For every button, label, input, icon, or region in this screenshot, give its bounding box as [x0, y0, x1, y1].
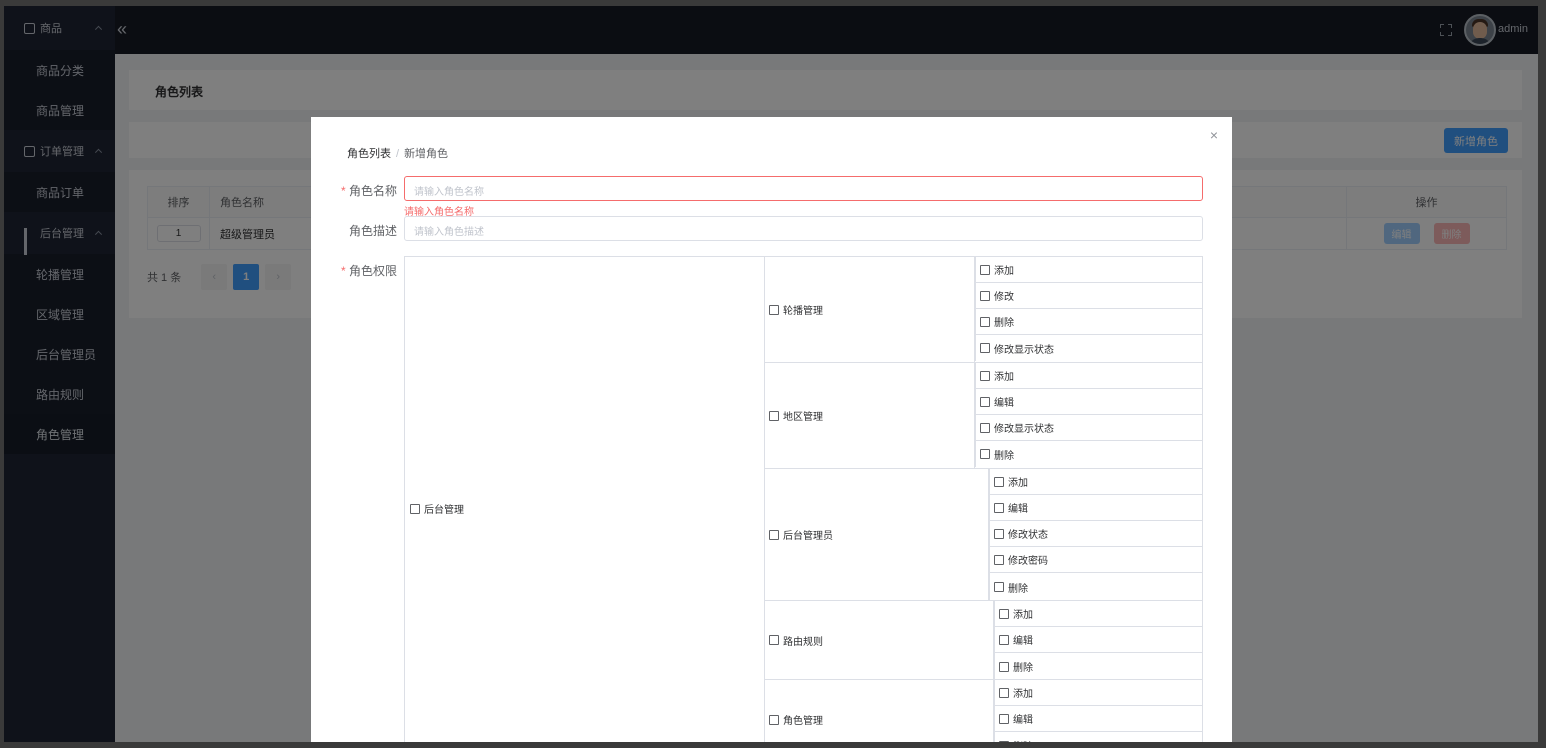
perm-action[interactable]: 编辑	[989, 495, 1202, 521]
perm-action[interactable]: 修改状态	[989, 521, 1202, 547]
perm-root-cell: 后台管理	[405, 257, 765, 742]
checkbox[interactable]	[980, 316, 990, 327]
checkbox[interactable]	[994, 528, 1004, 539]
perm-module-region: 地区管理 添加 编辑 修改显示状态 删除	[765, 363, 1202, 469]
perm-action[interactable]: 修改显示状态	[975, 335, 1202, 361]
checkbox[interactable]	[994, 502, 1004, 513]
perm-root[interactable]: 后台管理	[410, 501, 464, 516]
perm-action[interactable]: 修改密码	[989, 547, 1202, 573]
checkbox[interactable]	[410, 504, 420, 514]
checkbox[interactable]	[980, 264, 990, 275]
checkbox[interactable]	[769, 529, 779, 540]
checkbox[interactable]	[999, 661, 1009, 672]
perm-action[interactable]: 添加	[994, 601, 1202, 627]
breadcrumb-current: 新增角色	[404, 148, 449, 160]
checkbox[interactable]	[980, 290, 990, 301]
perm-module-carousel: 轮播管理 添加 修改 删除 修改显示状态	[765, 257, 1202, 363]
checkbox[interactable]	[980, 396, 990, 407]
perm-module-route: 路由规则 添加 编辑 删除	[765, 601, 1202, 680]
checkbox[interactable]	[980, 449, 990, 459]
breadcrumb: 角色列表 / 新增角色	[347, 148, 449, 160]
close-icon[interactable]: ×	[1210, 127, 1218, 143]
perm-action[interactable]: 修改显示状态	[975, 415, 1202, 441]
perm-module-admin-user: 后台管理员 添加 编辑 修改状态 修改密码 删除	[765, 469, 1202, 601]
perm-action[interactable]: 删除	[975, 441, 1202, 467]
perm-action[interactable]: 编辑	[994, 706, 1202, 732]
permission-tree: 后台管理 轮播管理 添加 修改 删除 修改显示状态 地区管理 添加 编辑 修改显…	[404, 256, 1203, 742]
checkbox[interactable]	[999, 740, 1009, 742]
perm-action[interactable]: 编辑	[994, 627, 1202, 653]
perm-module-role: 角色管理 添加 编辑 删除	[765, 680, 1202, 742]
role-desc-label: 角色描述	[348, 224, 397, 238]
checkbox[interactable]	[994, 554, 1004, 565]
checkbox[interactable]	[999, 713, 1009, 724]
checkbox[interactable]	[999, 687, 1009, 698]
perm-action[interactable]: 编辑	[975, 389, 1202, 415]
role-perm-label: 角色权限	[337, 262, 397, 279]
perm-action[interactable]: 删除	[994, 653, 1202, 680]
role-name-label: 角色名称	[337, 182, 397, 199]
role-name-input[interactable]: 请输入角色名称	[404, 176, 1203, 201]
add-role-dialog: × 角色列表/新增角色 角色名称 请输入角色名称 请输入角色名称 角色描述 请输…	[311, 117, 1232, 742]
checkbox[interactable]	[994, 476, 1004, 487]
checkbox[interactable]	[980, 370, 990, 381]
app-frame: 商品 商品分类 商品管理 订单管理 商品订单 后台管理 轮播管理 区域管理 后台…	[4, 6, 1538, 742]
checkbox[interactable]	[769, 410, 779, 421]
perm-action[interactable]: 添加	[975, 257, 1202, 283]
checkbox[interactable]	[769, 714, 779, 725]
perm-action[interactable]: 添加	[994, 680, 1202, 706]
breadcrumb-parent[interactable]: 角色列表	[347, 148, 391, 160]
perm-action[interactable]: 删除	[975, 309, 1202, 335]
checkbox[interactable]	[769, 304, 779, 315]
checkbox[interactable]	[999, 634, 1009, 645]
perm-action[interactable]: 添加	[975, 363, 1202, 389]
perm-action[interactable]: 删除	[994, 732, 1202, 742]
role-desc-input[interactable]: 请输入角色描述	[404, 216, 1203, 241]
checkbox[interactable]	[769, 635, 779, 645]
checkbox[interactable]	[980, 422, 990, 433]
checkbox[interactable]	[994, 582, 1004, 592]
perm-action[interactable]: 删除	[989, 573, 1202, 601]
perm-action[interactable]: 添加	[989, 469, 1202, 495]
checkbox[interactable]	[999, 608, 1009, 619]
perm-action[interactable]: 修改	[975, 283, 1202, 309]
checkbox[interactable]	[980, 343, 990, 353]
